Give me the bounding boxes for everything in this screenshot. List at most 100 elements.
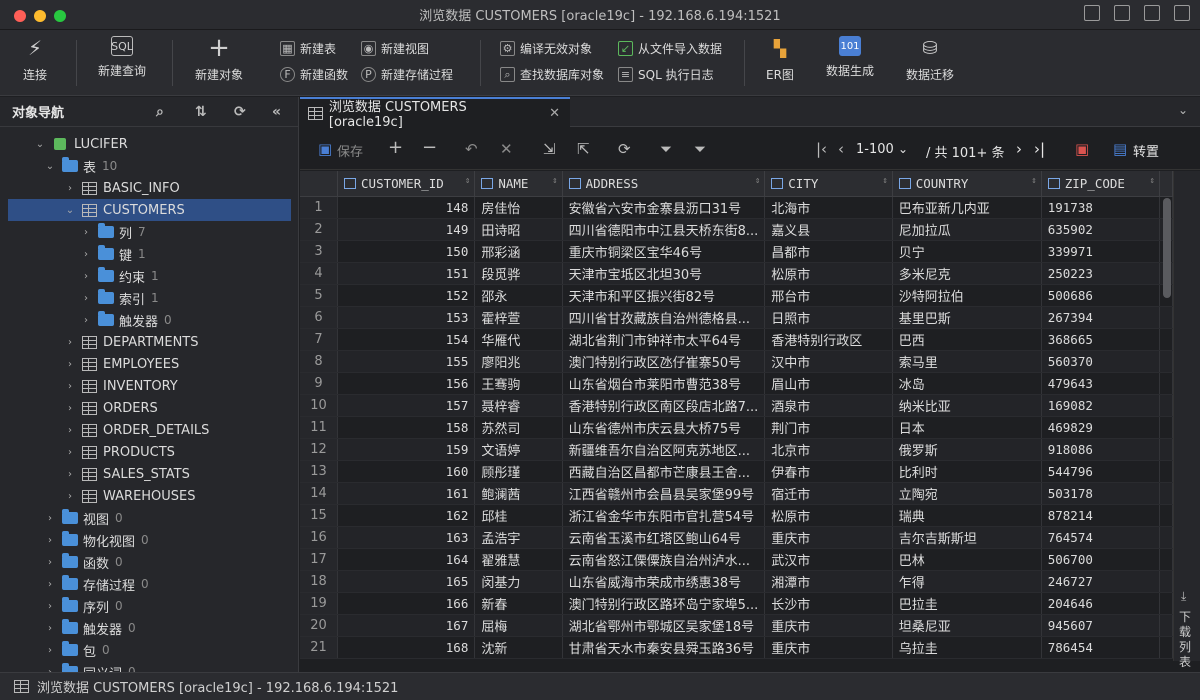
cell-city[interactable]: 松原市	[764, 504, 893, 527]
cell-customer-id[interactable]: 154	[337, 328, 476, 351]
chevron-down-icon[interactable]: ⌄	[1178, 103, 1188, 117]
cell-country[interactable]: 尼加拉瓜	[892, 218, 1042, 241]
table-item-orders[interactable]: › ORDERS	[8, 397, 291, 419]
chevron-right-icon[interactable]: ›	[64, 359, 76, 370]
customers-child-2[interactable]: › 约束 1	[8, 265, 291, 287]
cell-name[interactable]: 霍梓萱	[474, 306, 563, 329]
table-row[interactable]: 6 153 霍梓萱 四川省甘孜藏族自治州德格县... 日照市 基里巴斯 267394	[300, 306, 1173, 329]
chevron-right-icon[interactable]: ›	[80, 249, 92, 260]
cell-address[interactable]: 新疆维吾尔自治区阿克苏地区...	[562, 438, 766, 461]
cell-address[interactable]: 西藏自治区昌都市芒康县王舍...	[562, 460, 766, 483]
cell-country[interactable]: 贝宁	[892, 240, 1042, 263]
tab-browse-customers[interactable]: 浏览数据 CUSTOMERS [oracle19c] ✕	[300, 97, 570, 130]
cell-customer-id[interactable]: 152	[337, 284, 476, 307]
cell-address[interactable]: 山东省威海市荣成市绣惠38号	[562, 570, 766, 593]
refresh-icon[interactable]: ⟳	[618, 140, 631, 158]
chevron-right-icon[interactable]: ›	[44, 601, 56, 612]
cell-customer-id[interactable]: 157	[337, 394, 476, 417]
save-button[interactable]: 保存	[337, 141, 363, 160]
chevron-right-icon[interactable]: ›	[44, 557, 56, 568]
table-row[interactable]: 1 148 房佳怡 安徽省六安市金寨县沥口31号 北海市 巴布亚新几内亚 191738	[300, 196, 1173, 219]
customers-child-4[interactable]: › 触发器 0	[8, 309, 291, 331]
prev-page-icon[interactable]: ‹	[838, 140, 844, 158]
refresh-icon[interactable]: ⟳	[234, 104, 246, 120]
find-object-button[interactable]: ⌕ 查找数据库对象	[500, 66, 604, 83]
cell-country[interactable]: 纳米比亚	[892, 394, 1042, 417]
sort-icon[interactable]: ⇕	[1031, 176, 1036, 186]
cell-country[interactable]: 比利时	[892, 460, 1042, 483]
folder-other-5[interactable]: › 触发器 0	[8, 617, 291, 639]
cell-city[interactable]: 重庆市	[764, 614, 893, 637]
transpose-icon[interactable]: ▤	[1113, 140, 1127, 158]
cell-name[interactable]: 闵基力	[474, 570, 563, 593]
cell-zip-code[interactable]: 169082	[1041, 394, 1160, 417]
cell-name[interactable]: 王骞驹	[474, 372, 563, 395]
cell-address[interactable]: 浙江省金华市东阳市官扎营54号	[562, 504, 766, 527]
cell-customer-id[interactable]: 153	[337, 306, 476, 329]
cell-name[interactable]: 华雁代	[474, 328, 563, 351]
cell-zip-code[interactable]: 204646	[1041, 592, 1160, 615]
cell-customer-id[interactable]: 162	[337, 504, 476, 527]
cell-zip-code[interactable]: 500686	[1041, 284, 1160, 307]
cell-zip-code[interactable]: 250223	[1041, 262, 1160, 285]
cell-customer-id[interactable]: 148	[337, 196, 476, 219]
cell-city[interactable]: 伊春市	[764, 460, 893, 483]
transpose-button[interactable]: 转置	[1133, 141, 1159, 160]
column-header-country[interactable]: COUNTRY ⇕	[892, 171, 1042, 197]
import-data-icon[interactable]: ⇲	[543, 140, 556, 158]
cell-name[interactable]: 顾彤瑾	[474, 460, 563, 483]
cell-country[interactable]: 巴西	[892, 328, 1042, 351]
table-row[interactable]: 4 151 段觅骅 天津市宝坻区北坦30号 松原市 多米尼克 250223	[300, 262, 1173, 285]
cell-city[interactable]: 宿迁市	[764, 482, 893, 505]
chevron-down-icon[interactable]: ⌄	[34, 139, 46, 150]
cell-country[interactable]: 巴林	[892, 548, 1042, 571]
cell-city[interactable]: 荆门市	[764, 416, 893, 439]
cell-country[interactable]: 吉尔吉斯斯坦	[892, 526, 1042, 549]
new-procedure-button[interactable]: P 新建存储过程	[361, 66, 453, 83]
cell-customer-id[interactable]: 168	[337, 636, 476, 659]
download-icon[interactable]: ⤓	[1181, 589, 1186, 604]
cell-address[interactable]: 四川省甘孜藏族自治州德格县...	[562, 306, 766, 329]
chevron-right-icon[interactable]: ›	[44, 579, 56, 590]
cell-customer-id[interactable]: 160	[337, 460, 476, 483]
cell-address[interactable]: 香港特别行政区南区段店北路7...	[562, 394, 766, 417]
cell-country[interactable]: 瑞典	[892, 504, 1042, 527]
sort-icon[interactable]: ⇕	[755, 176, 760, 186]
cell-name[interactable]: 段觅骅	[474, 262, 563, 285]
sort-filter-icon[interactable]: ⏷	[694, 140, 706, 158]
cell-zip-code[interactable]: 878214	[1041, 504, 1160, 527]
cell-city[interactable]: 香港特别行政区	[764, 328, 893, 351]
cell-address[interactable]: 澳门特别行政区路环岛宁家埠5...	[562, 592, 766, 615]
cell-customer-id[interactable]: 165	[337, 570, 476, 593]
import-file-button[interactable]: ↙ 从文件导入数据	[618, 40, 722, 57]
table-item-departments[interactable]: › DEPARTMENTS	[8, 331, 291, 353]
cell-customer-id[interactable]: 150	[337, 240, 476, 263]
chevron-right-icon[interactable]: ›	[44, 623, 56, 634]
sidebar-toggle-icon[interactable]	[1084, 5, 1100, 21]
cell-name[interactable]: 沈新	[474, 636, 563, 659]
chevron-down-icon[interactable]: ⌄	[64, 205, 76, 216]
cell-zip-code[interactable]: 635902	[1041, 218, 1160, 241]
chevron-right-icon[interactable]: ›	[44, 535, 56, 546]
folder-other-1[interactable]: › 物化视图 0	[8, 529, 291, 551]
compile-invalid-button[interactable]: ⚙ 编译无效对象	[500, 40, 592, 57]
cell-country[interactable]: 俄罗斯	[892, 438, 1042, 461]
cell-country[interactable]: 巴拉圭	[892, 592, 1042, 615]
cell-name[interactable]: 屈梅	[474, 614, 563, 637]
cell-address[interactable]: 山东省德州市庆云县大桥75号	[562, 416, 766, 439]
cell-city[interactable]: 日照市	[764, 306, 893, 329]
sort-icon[interactable]: ⇕	[882, 176, 887, 186]
table-row[interactable]: 12 159 文语婷 新疆维吾尔自治区阿克苏地区... 北京市 俄罗斯 918086	[300, 438, 1173, 461]
er-diagram-button[interactable]: ▚ ER图	[766, 36, 794, 83]
cell-zip-code[interactable]: 918086	[1041, 438, 1160, 461]
column-header-address[interactable]: ADDRESS ⇕	[562, 171, 766, 197]
cell-country[interactable]: 冰岛	[892, 372, 1042, 395]
last-page-icon[interactable]: ›|	[1034, 140, 1045, 158]
connect-button[interactable]: ⚡ 连接	[22, 36, 48, 83]
folder-other-4[interactable]: › 序列 0	[8, 595, 291, 617]
cell-country[interactable]: 基里巴斯	[892, 306, 1042, 329]
chevron-right-icon[interactable]: ›	[44, 645, 56, 656]
cell-country[interactable]: 日本	[892, 416, 1042, 439]
cell-country[interactable]: 乍得	[892, 570, 1042, 593]
table-row[interactable]: 3 150 邢彩涵 重庆市铜梁区宝华46号 昌都市 贝宁 339971	[300, 240, 1173, 263]
